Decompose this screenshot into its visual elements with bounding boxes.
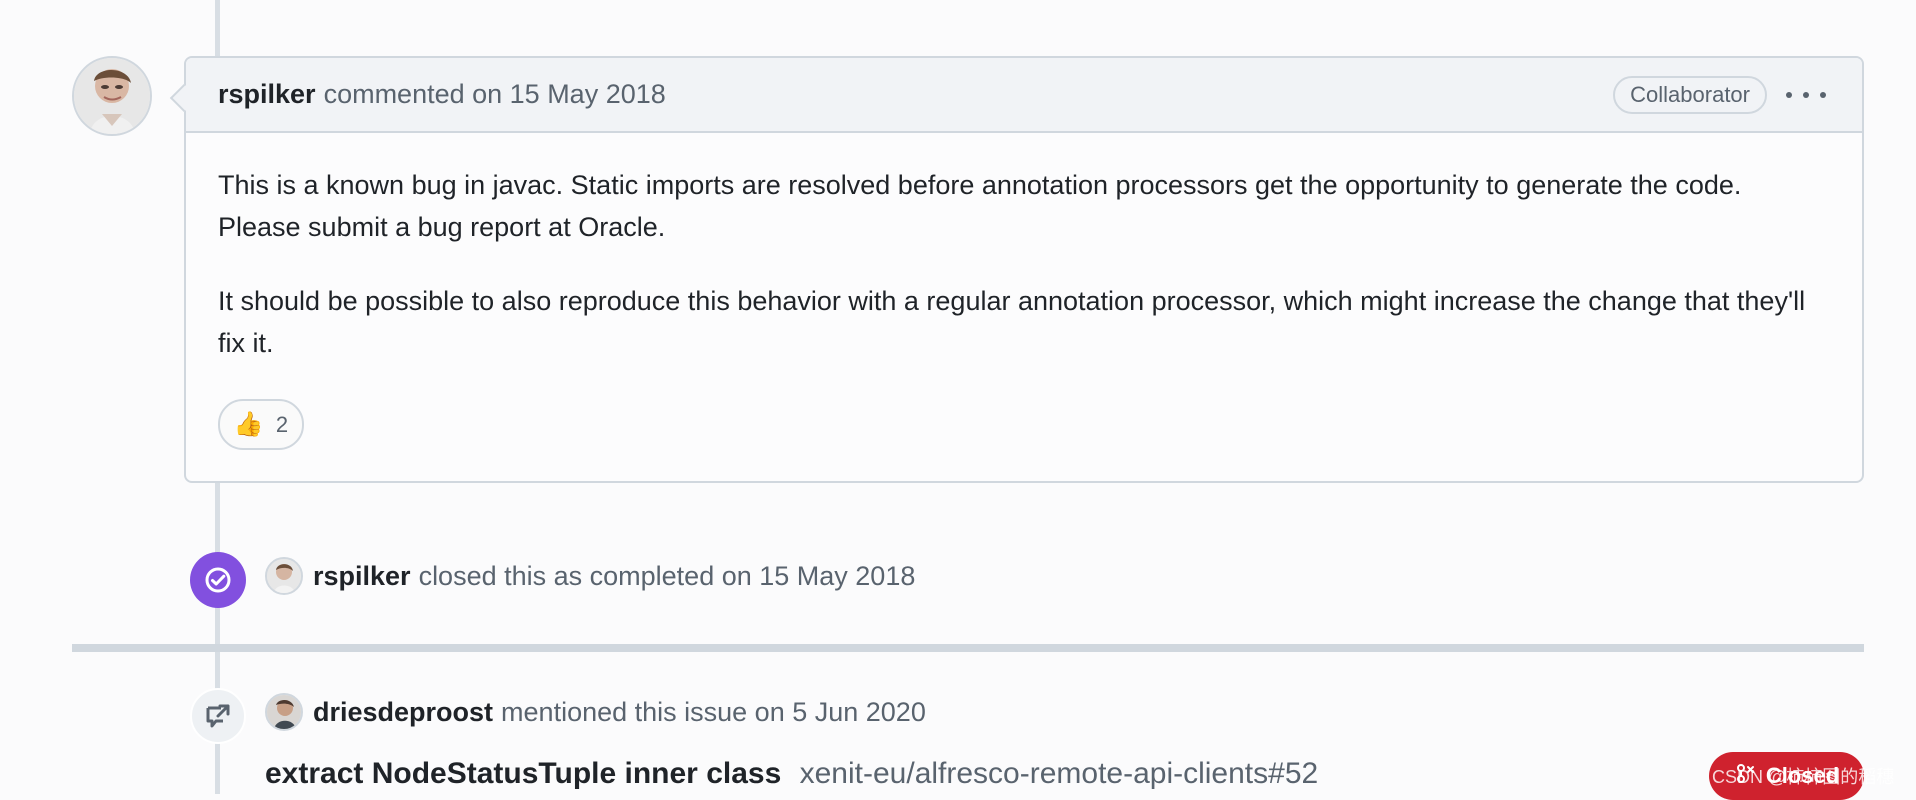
actor-avatar[interactable] bbox=[265, 693, 303, 731]
cross-reference-icon bbox=[190, 688, 246, 744]
kebab-horizontal-icon[interactable] bbox=[1786, 84, 1826, 106]
event-text[interactable]: mentioned this issue on 5 Jun 2020 bbox=[501, 697, 926, 728]
thumbs-up-reaction-button[interactable]: 👍 2 bbox=[218, 399, 304, 450]
comment-author[interactable]: rspilker bbox=[218, 79, 316, 110]
kebab-dot bbox=[1803, 92, 1809, 98]
collaborator-badge: Collaborator bbox=[1613, 76, 1767, 114]
comment-header: rspilker commented on 15 May 2018 Collab… bbox=[186, 58, 1862, 133]
kebab-dot bbox=[1820, 92, 1826, 98]
event-text[interactable]: closed this as completed on 15 May 2018 bbox=[419, 561, 916, 592]
check-circle-icon bbox=[190, 552, 246, 608]
closed-event: rspilker closed this as completed on 15 … bbox=[265, 557, 915, 595]
issue-closed-icon bbox=[1734, 762, 1757, 791]
thumbs-up-icon: 👍 bbox=[233, 411, 264, 438]
comment-meta[interactable]: commented on 15 May 2018 bbox=[324, 79, 666, 110]
kebab-dot bbox=[1786, 92, 1792, 98]
actor-avatar[interactable] bbox=[265, 557, 303, 595]
comment-body: This is a known bug in javac. Static imp… bbox=[186, 133, 1862, 364]
closed-status-badge: Closed bbox=[1709, 752, 1864, 800]
referenced-pull-request[interactable]: extract NodeStatusTuple inner class xeni… bbox=[265, 757, 1318, 791]
closed-status-label: Closed bbox=[1765, 763, 1840, 788]
reaction-count: 2 bbox=[275, 411, 289, 437]
comment-card: rspilker commented on 15 May 2018 Collab… bbox=[184, 56, 1864, 483]
comment-paragraph: It should be possible to also reproduce … bbox=[218, 286, 1806, 358]
comment-author-avatar[interactable] bbox=[72, 56, 152, 136]
comment-paragraph: This is a known bug in javac. Static imp… bbox=[218, 170, 1742, 242]
referenced-title[interactable]: extract NodeStatusTuple inner class bbox=[265, 757, 781, 790]
event-actor[interactable]: rspilker bbox=[313, 561, 411, 592]
mention-event: driesdeproost mentioned this issue on 5 … bbox=[265, 693, 926, 731]
event-actor[interactable]: driesdeproost bbox=[313, 697, 493, 728]
timeline-rail-top bbox=[215, 0, 220, 57]
referenced-repository[interactable]: xenit-eu/alfresco-remote-api-clients#52 bbox=[800, 757, 1319, 790]
timeline-separator bbox=[72, 644, 1864, 652]
